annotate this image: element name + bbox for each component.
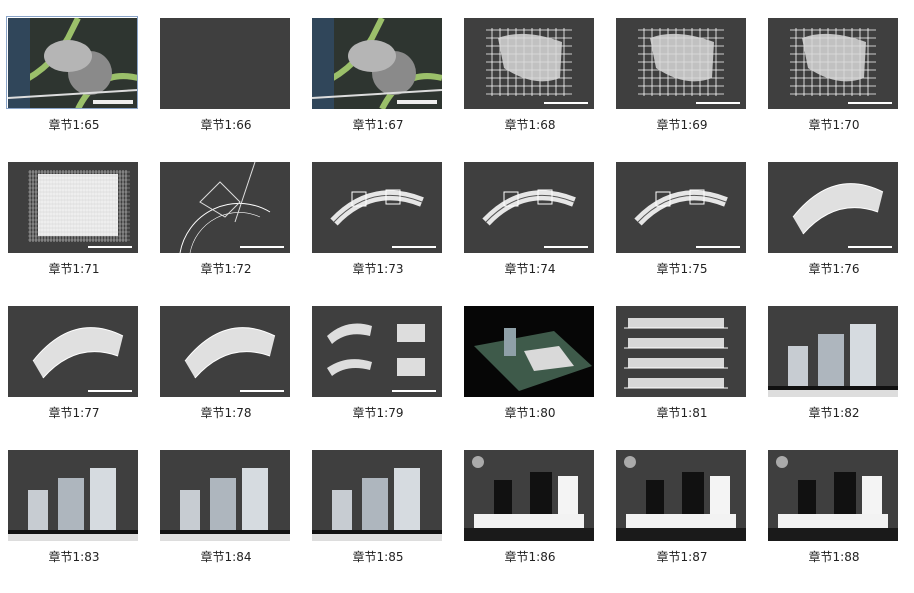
drawing-preview [464, 456, 594, 541]
thumbnail-item[interactable]: 章节1:74 [456, 162, 608, 305]
drawing-preview [327, 323, 436, 392]
thumbnail-label: 章节1:69 [656, 118, 708, 132]
thumbnail-label: 章节1:68 [504, 118, 556, 132]
drawing-preview [160, 468, 290, 541]
drawing-preview [330, 189, 436, 248]
thumbnail-item[interactable]: 章节1:77 [0, 306, 152, 449]
thumbnail-grid: 章节1:65 章节1:66 章节1:67 章节1:68 章节1:69 章节1:70 章节1… [0, 0, 914, 569]
thumbnail-image[interactable] [616, 306, 746, 397]
thumbnail-label: 章节1:78 [200, 406, 252, 420]
thumbnail-item[interactable]: 章节1:79 [304, 306, 456, 449]
drawing-preview [790, 28, 892, 104]
drawing-preview [634, 189, 740, 248]
thumbnail-item[interactable]: 章节1:88 [760, 450, 912, 593]
thumbnail-item[interactable]: 章节1:70 [760, 18, 912, 161]
thumbnail-label: 章节1:66 [200, 118, 252, 132]
drawing-preview [486, 28, 588, 104]
thumbnail-image[interactable] [312, 306, 442, 397]
thumbnail-label: 章节1:84 [200, 550, 252, 564]
drawing-preview [616, 306, 746, 397]
thumbnail-label: 章节1:72 [200, 262, 252, 276]
thumbnail-label: 章节1:81 [656, 406, 708, 420]
thumbnail-label: 章节1:76 [808, 262, 860, 276]
drawing-preview [184, 327, 284, 392]
thumbnail-image[interactable] [8, 450, 138, 541]
thumbnail-item[interactable]: 章节1:81 [608, 306, 760, 449]
thumbnail-item[interactable]: 章节1:83 [0, 450, 152, 593]
thumbnail-item[interactable]: 章节1:86 [456, 450, 608, 593]
thumbnail-item[interactable]: 章节1:67 [304, 18, 456, 161]
thumbnail-item[interactable]: 章节1:76 [760, 162, 912, 305]
thumbnail-item[interactable]: 章节1:75 [608, 162, 760, 305]
thumbnail-label: 章节1:88 [808, 550, 860, 564]
thumbnail-item[interactable]: 章节1:82 [760, 306, 912, 449]
drawing-preview [638, 28, 740, 104]
drawing-preview [464, 306, 594, 397]
thumbnail-item[interactable]: 章节1:85 [304, 450, 456, 593]
thumbnail-image[interactable] [312, 450, 442, 541]
thumbnail-item[interactable]: 章节1:68 [456, 18, 608, 161]
thumbnail-label: 章节1:71 [48, 262, 100, 276]
drawing-preview [482, 189, 588, 248]
thumbnail-image[interactable] [312, 18, 442, 109]
thumbnail-label: 章节1:73 [352, 262, 404, 276]
thumbnail-item[interactable]: 章节1:73 [304, 162, 456, 305]
thumbnail-image[interactable] [768, 306, 898, 397]
thumbnail-item[interactable]: 章节1:69 [608, 18, 760, 161]
thumbnail-image[interactable] [160, 18, 290, 109]
thumbnail-image[interactable] [464, 18, 594, 109]
drawing-preview [616, 456, 746, 541]
thumbnail-item[interactable]: 章节1:66 [152, 18, 304, 161]
drawing-preview [768, 456, 898, 541]
thumbnail-image[interactable] [8, 162, 138, 253]
thumbnail-image[interactable] [768, 18, 898, 109]
thumbnail-image[interactable] [160, 450, 290, 541]
drawing-preview [768, 324, 898, 397]
thumbnail-item[interactable]: 章节1:65 [0, 16, 152, 161]
thumbnail-item[interactable]: 章节1:84 [152, 450, 304, 593]
thumbnail-label: 章节1:85 [352, 550, 404, 564]
thumbnail-image[interactable] [616, 162, 746, 253]
thumbnail-label: 章节1:77 [48, 406, 100, 420]
thumbnail-image[interactable] [464, 450, 594, 541]
thumbnail-item[interactable]: 章节1:87 [608, 450, 760, 593]
thumbnail-item[interactable]: 章节1:78 [152, 306, 304, 449]
thumbnail-image[interactable] [464, 162, 594, 253]
drawing-preview [32, 327, 132, 392]
thumbnail-label: 章节1:80 [504, 406, 556, 420]
thumbnail-image[interactable] [616, 18, 746, 109]
thumbnail-image[interactable] [8, 306, 138, 397]
thumbnail-item[interactable]: 章节1:71 [0, 162, 152, 305]
thumbnail-image[interactable] [768, 162, 898, 253]
drawing-preview [8, 468, 138, 541]
thumbnail-image[interactable] [160, 306, 290, 397]
thumbnail-label: 章节1:86 [504, 550, 556, 564]
thumbnail-image[interactable] [312, 162, 442, 253]
selection-frame [6, 16, 138, 109]
thumbnail-label: 章节1:74 [504, 262, 556, 276]
drawing-preview [312, 468, 442, 541]
thumbnail-label: 章节1:65 [48, 118, 100, 132]
thumbnail-image[interactable] [616, 450, 746, 541]
drawing-preview [792, 183, 892, 248]
thumbnail-label: 章节1:79 [352, 406, 404, 420]
thumbnail-item[interactable]: 章节1:80 [456, 306, 608, 449]
drawing-preview [179, 162, 284, 253]
drawing-preview [312, 18, 442, 109]
thumbnail-label: 章节1:67 [352, 118, 404, 132]
thumbnail-label: 章节1:82 [808, 406, 860, 420]
thumbnail-label: 章节1:83 [48, 550, 100, 564]
thumbnail-image[interactable] [160, 162, 290, 253]
thumbnail-label: 章节1:70 [808, 118, 860, 132]
thumbnail-label: 章节1:75 [656, 262, 708, 276]
thumbnail-image[interactable] [464, 306, 594, 397]
thumbnail-image[interactable] [768, 450, 898, 541]
thumbnail-item[interactable]: 章节1:72 [152, 162, 304, 305]
drawing-preview [160, 18, 290, 109]
thumbnail-label: 章节1:87 [656, 550, 708, 564]
drawing-preview [28, 170, 132, 248]
